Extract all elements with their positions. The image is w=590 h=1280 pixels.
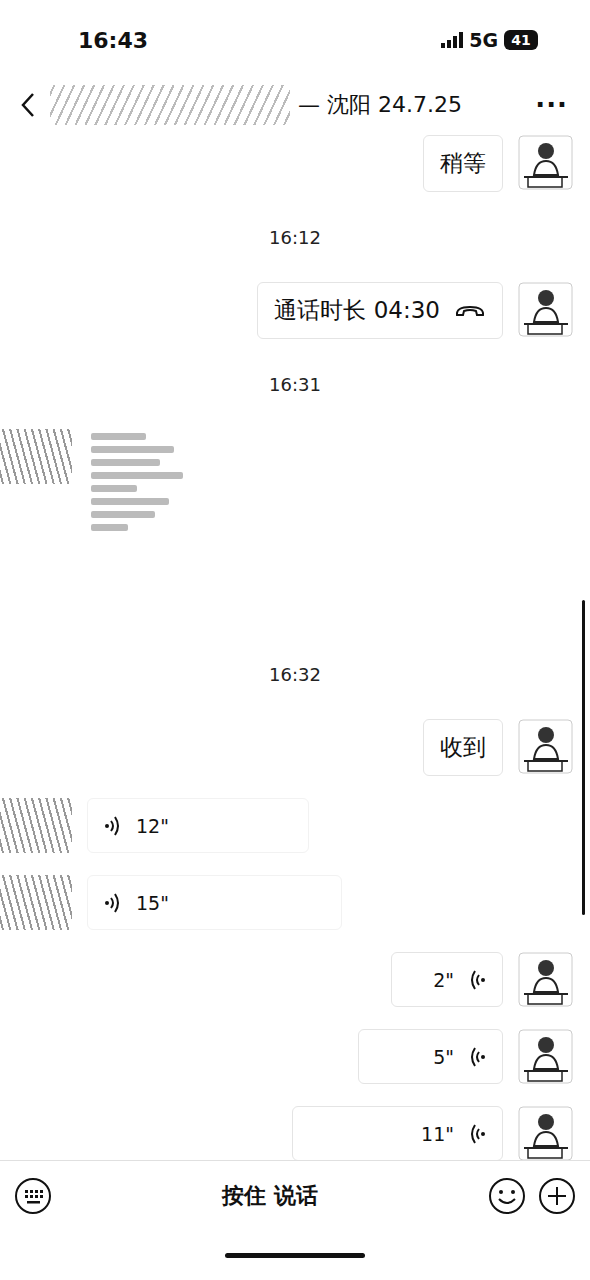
nav-bar: — 沈阳 24.7.25 ··· bbox=[0, 80, 590, 130]
hold-to-talk-button[interactable]: 按住 说话 bbox=[64, 1174, 476, 1218]
outgoing-message: 5" bbox=[0, 1029, 590, 1084]
plus-button[interactable] bbox=[538, 1177, 576, 1215]
network-label: 5G bbox=[469, 29, 498, 51]
outgoing-message: 11" bbox=[0, 1106, 590, 1160]
back-chevron-icon bbox=[20, 91, 36, 119]
message-list[interactable]: 稍等 16:12 通话时长 04:30 16:31 16:32 收到 12" 15" 2" 5" 1… bbox=[0, 130, 590, 1160]
home-area bbox=[0, 1230, 590, 1280]
timestamp: 16:12 bbox=[0, 214, 590, 260]
timestamp: 16:32 bbox=[0, 651, 590, 697]
avatar-icon[interactable] bbox=[518, 952, 573, 1007]
incoming-message: 15" bbox=[0, 875, 590, 930]
voice-wave-icon bbox=[468, 969, 486, 991]
avatar-icon[interactable] bbox=[518, 719, 573, 774]
voice-wave-icon bbox=[104, 892, 122, 914]
outgoing-message: 2" bbox=[0, 952, 590, 1007]
voice-bubble[interactable]: 2" bbox=[391, 952, 503, 1007]
voice-bubble[interactable]: 5" bbox=[358, 1029, 503, 1084]
incoming-message bbox=[0, 429, 590, 629]
status-bar: 16:43 5G 41 bbox=[0, 0, 590, 80]
voice-wave-icon bbox=[104, 815, 122, 837]
keyboard-button[interactable] bbox=[14, 1177, 52, 1215]
more-button[interactable]: ··· bbox=[535, 90, 568, 120]
timestamp: 16:31 bbox=[0, 361, 590, 407]
scroll-thumb[interactable] bbox=[582, 600, 585, 915]
chat-screen: 16:43 5G 41 — 沈阳 24.7.25 ··· 稍等 16:12 通话时长 04:3… bbox=[0, 0, 590, 1280]
voice-bubble[interactable]: 15" bbox=[87, 875, 342, 930]
text-bubble[interactable]: 收到 bbox=[423, 719, 503, 776]
keyboard-icon bbox=[14, 1177, 52, 1215]
call-bubble[interactable]: 通话时长 04:30 bbox=[257, 282, 503, 339]
back-button[interactable] bbox=[20, 91, 36, 119]
outgoing-message: 通话时长 04:30 bbox=[0, 282, 590, 339]
redacted-name bbox=[50, 85, 290, 125]
emoji-icon bbox=[488, 1177, 526, 1215]
text-bubble[interactable]: 稍等 bbox=[423, 135, 503, 192]
home-indicator[interactable] bbox=[225, 1253, 365, 1258]
outgoing-message: 稍等 bbox=[0, 135, 590, 192]
emoji-button[interactable] bbox=[488, 1177, 526, 1215]
image-message[interactable] bbox=[87, 429, 187, 629]
voice-bubble[interactable]: 12" bbox=[87, 798, 309, 853]
voice-wave-icon bbox=[468, 1046, 486, 1068]
contact-avatar[interactable] bbox=[0, 429, 72, 484]
voice-wave-icon bbox=[468, 1123, 486, 1145]
battery-indicator: 41 bbox=[504, 30, 538, 50]
input-bar: 按住 说话 bbox=[0, 1160, 590, 1230]
incoming-message: 12" bbox=[0, 798, 590, 853]
status-time: 16:43 bbox=[78, 28, 148, 53]
contact-avatar[interactable] bbox=[0, 875, 72, 930]
outgoing-message: 收到 bbox=[0, 719, 590, 776]
avatar-icon[interactable] bbox=[518, 1106, 573, 1160]
chat-title: — 沈阳 24.7.25 bbox=[50, 85, 521, 125]
contact-avatar[interactable] bbox=[0, 798, 72, 853]
avatar-icon[interactable] bbox=[518, 282, 573, 337]
phone-hangup-icon bbox=[454, 303, 486, 319]
signal-icon bbox=[441, 32, 463, 48]
plus-icon bbox=[538, 1177, 576, 1215]
avatar-icon[interactable] bbox=[518, 1029, 573, 1084]
avatar-icon[interactable] bbox=[518, 135, 573, 190]
voice-bubble[interactable]: 11" bbox=[292, 1106, 503, 1160]
